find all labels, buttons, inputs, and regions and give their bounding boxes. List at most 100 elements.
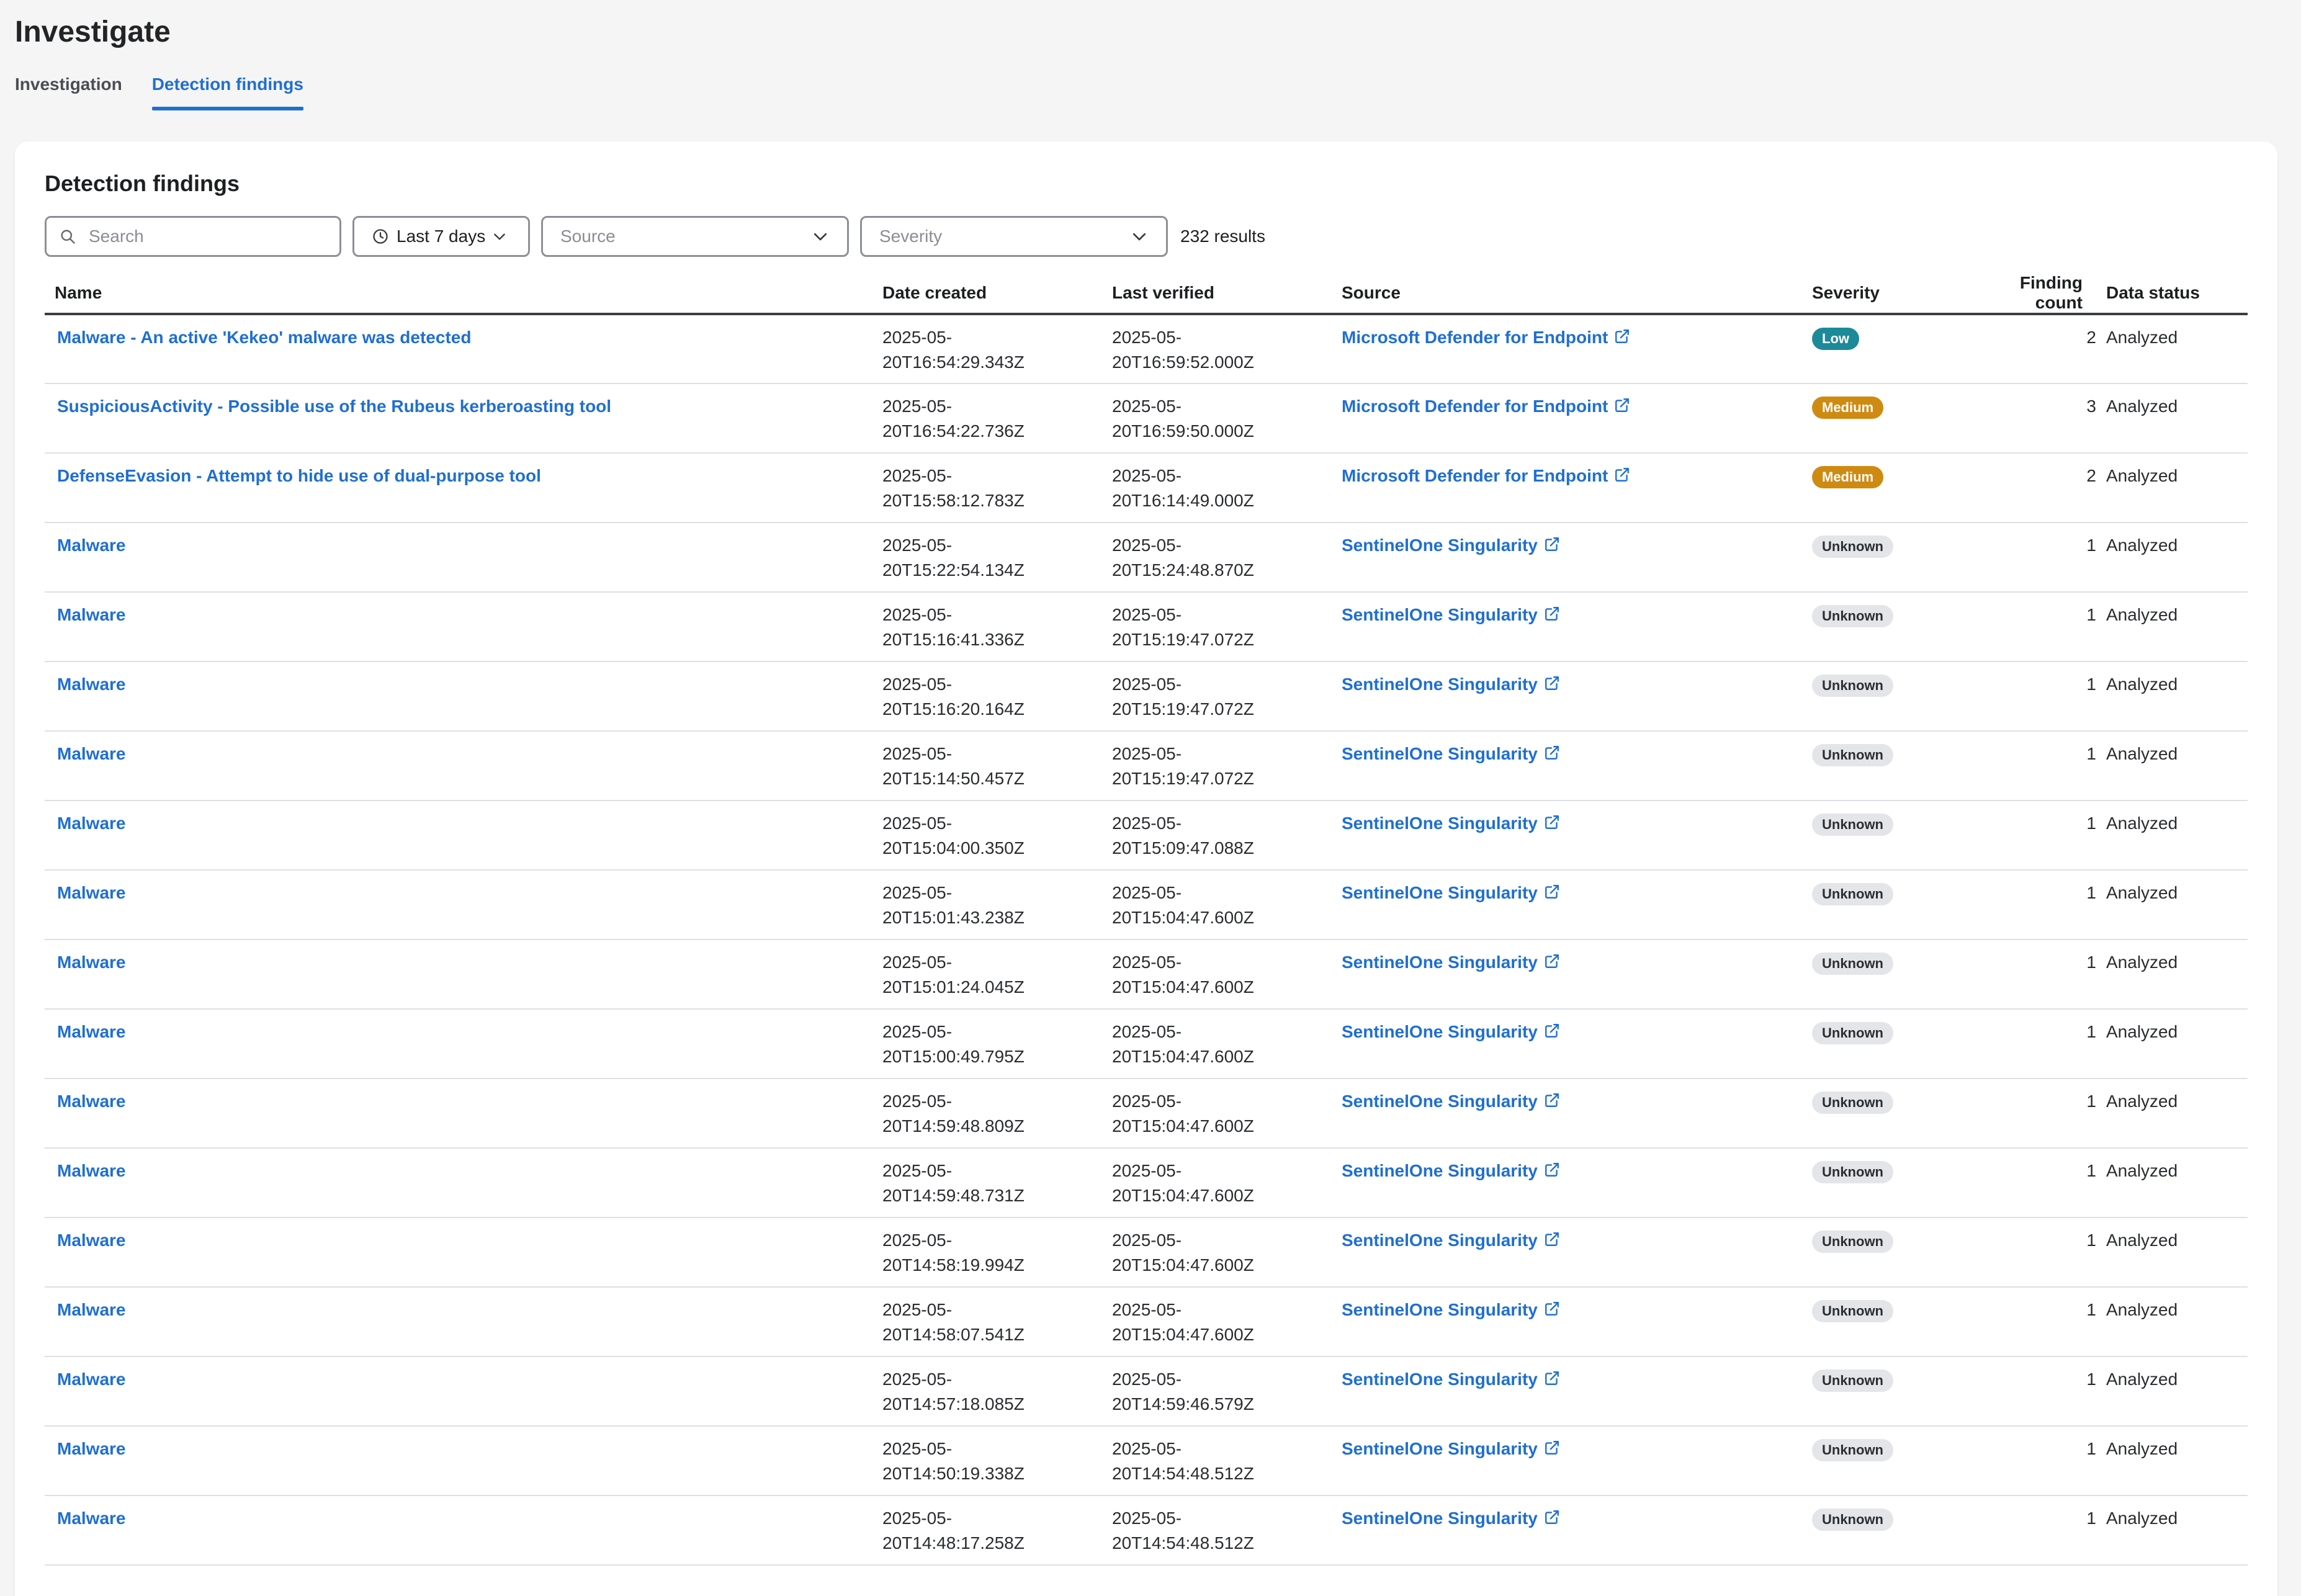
table-row[interactable]: Malware 2025-05- 20T15:01:24.045Z 2025-05- 2… [45, 939, 2248, 1010]
column-header-source[interactable]: Source [1332, 273, 1802, 315]
source-link[interactable]: SentinelOne Singularity [1342, 883, 1560, 902]
finding-name-link[interactable]: Malware [55, 1022, 126, 1041]
source-link[interactable]: SentinelOne Singularity [1342, 1370, 1560, 1389]
finding-name-link[interactable]: DefenseEvasion - Attempt to hide use of … [55, 466, 541, 485]
cell-severity: Unknown [1802, 800, 1961, 871]
source-link[interactable]: SentinelOne Singularity [1342, 536, 1560, 555]
table-row[interactable]: Malware 2025-05- 20T14:50:19.338Z 2025-05- 2… [45, 1426, 2248, 1496]
finding-name-link[interactable]: Malware [55, 1300, 126, 1319]
cell-date-created: 2025-05- 20T16:54:29.343Z [872, 314, 1102, 384]
source-link[interactable]: SentinelOne Singularity [1342, 1439, 1560, 1458]
table-row[interactable]: Malware 2025-05- 20T14:59:48.731Z 2025-05- 2… [45, 1148, 2248, 1218]
column-header-last-verified[interactable]: Last verified [1102, 273, 1332, 315]
table-row[interactable]: Malware 2025-05- 20T14:58:07.541Z 2025-05- 2… [45, 1287, 2248, 1357]
finding-name-link[interactable]: Malware [55, 536, 126, 555]
table-row[interactable]: Malware 2025-05- 20T15:16:20.164Z 2025-05- 2… [45, 661, 2248, 732]
panel-title: Detection findings [45, 171, 240, 196]
finding-name-link[interactable]: SuspiciousActivity - Possible use of the… [55, 397, 611, 416]
table-row[interactable]: Malware 2025-05- 20T14:58:19.994Z 2025-05- 2… [45, 1217, 2248, 1288]
finding-name-link[interactable]: Malware [55, 953, 126, 972]
source-link[interactable]: SentinelOne Singularity [1342, 1300, 1560, 1319]
finding-name-link[interactable]: Malware [55, 1161, 126, 1180]
column-header-data-status[interactable]: Data status [2096, 273, 2248, 315]
last-verified-line-1: 2025-05- [1112, 675, 1182, 694]
source-label: SentinelOne Singularity [1342, 1231, 1538, 1250]
table-row[interactable]: SuspiciousActivity - Possible use of the… [45, 383, 2248, 454]
finding-name-link[interactable]: Malware - An active 'Kekeo' malware was … [55, 328, 471, 347]
cell-severity: Unknown [1802, 1148, 1961, 1218]
source-link[interactable]: Microsoft Defender for Endpoint [1342, 466, 1630, 485]
severity-select[interactable]: Severity [860, 216, 1168, 257]
table-row[interactable]: DefenseEvasion - Attempt to hide use of … [45, 453, 2248, 523]
cell-data-status: Analyzed [2096, 314, 2248, 384]
table-row[interactable]: Malware 2025-05- 20T15:00:49.795Z 2025-05- 2… [45, 1009, 2248, 1079]
source-link[interactable]: SentinelOne Singularity [1342, 1231, 1560, 1250]
source-link[interactable]: Microsoft Defender for Endpoint [1342, 328, 1630, 347]
external-link-icon [1545, 1232, 1559, 1246]
cell-date-created: 2025-05- 20T14:50:19.338Z [872, 1426, 1102, 1496]
table-row[interactable]: Malware 2025-05- 20T15:04:00.350Z 2025-05- 2… [45, 800, 2248, 871]
search-input[interactable] [87, 226, 326, 247]
date-created-line-1: 2025-05- [882, 397, 953, 416]
source-link[interactable]: SentinelOne Singularity [1342, 1161, 1560, 1180]
source-link[interactable]: Microsoft Defender for Endpoint [1342, 397, 1630, 416]
last-verified-line-2: 20T15:04:47.600Z [1112, 1116, 1254, 1136]
cell-source: SentinelOne Singularity [1332, 1287, 1802, 1357]
finding-name-link[interactable]: Malware [55, 1092, 126, 1111]
cell-name: Malware [45, 870, 872, 940]
severity-badge: Medium [1812, 397, 1884, 419]
source-link[interactable]: SentinelOne Singularity [1342, 953, 1560, 972]
tab-investigation[interactable]: Investigation [15, 69, 122, 110]
finding-name-link[interactable]: Malware [55, 883, 126, 902]
severity-badge: Unknown [1812, 744, 1893, 766]
table-row[interactable]: Malware 2025-05- 20T14:59:48.809Z 2025-05- 2… [45, 1078, 2248, 1149]
cell-last-verified: 2025-05- 20T14:54:48.512Z [1102, 1495, 1332, 1566]
source-label: SentinelOne Singularity [1342, 953, 1538, 972]
page-title: Investigate [15, 16, 171, 48]
finding-name-link[interactable]: Malware [55, 1231, 126, 1250]
cell-name: DefenseEvasion - Attempt to hide use of … [45, 453, 872, 523]
finding-name-link[interactable]: Malware [55, 814, 126, 833]
table-row[interactable]: Malware - An active 'Kekeo' malware was … [45, 314, 2248, 384]
cell-last-verified: 2025-05- 20T15:04:47.600Z [1102, 1009, 1332, 1079]
severity-badge: Unknown [1812, 605, 1893, 627]
finding-name-link[interactable]: Malware [55, 675, 126, 694]
source-label: SentinelOne Singularity [1342, 1509, 1538, 1528]
source-link[interactable]: SentinelOne Singularity [1342, 1509, 1560, 1528]
cell-severity: Unknown [1802, 1217, 1961, 1288]
table-row[interactable]: Malware 2025-05- 20T14:57:18.085Z 2025-05- 2… [45, 1356, 2248, 1427]
last-verified-line-2: 20T15:19:47.072Z [1112, 630, 1254, 649]
source-link[interactable]: SentinelOne Singularity [1342, 744, 1560, 763]
source-select[interactable]: Source [541, 216, 849, 257]
finding-name-link[interactable]: Malware [55, 1509, 126, 1528]
column-header-severity[interactable]: Severity [1802, 273, 1961, 315]
table-row[interactable]: Malware 2025-05- 20T15:16:41.336Z 2025-05- 2… [45, 592, 2248, 662]
cell-date-created: 2025-05- 20T15:16:20.164Z [872, 661, 1102, 732]
cell-source: SentinelOne Singularity [1332, 592, 1802, 662]
table-row[interactable]: Malware 2025-05- 20T15:22:54.134Z 2025-05- 2… [45, 522, 2248, 593]
source-link[interactable]: SentinelOne Singularity [1342, 605, 1560, 624]
table-row[interactable]: Malware 2025-05- 20T14:48:17.258Z 2025-05- 2… [45, 1495, 2248, 1566]
date-range-button[interactable]: Last 7 days [352, 216, 530, 257]
cell-last-verified: 2025-05- 20T15:19:47.072Z [1102, 731, 1332, 801]
source-link[interactable]: SentinelOne Singularity [1342, 1092, 1560, 1111]
source-link[interactable]: SentinelOne Singularity [1342, 1022, 1560, 1041]
finding-name-link[interactable]: Malware [55, 744, 126, 763]
source-link[interactable]: SentinelOne Singularity [1342, 675, 1560, 694]
column-header-date-created[interactable]: Date created [872, 273, 1102, 315]
finding-name-link[interactable]: Malware [55, 1370, 126, 1389]
source-link[interactable]: SentinelOne Singularity [1342, 814, 1560, 833]
table-row[interactable]: Malware 2025-05- 20T15:14:50.457Z 2025-05- 2… [45, 731, 2248, 801]
search-box[interactable] [45, 216, 341, 257]
column-header-finding-count[interactable]: Finding count [1961, 273, 2096, 315]
finding-name-link[interactable]: Malware [55, 1439, 126, 1458]
tab-detection-findings[interactable]: Detection findings [151, 69, 304, 110]
finding-name-link[interactable]: Malware [55, 605, 126, 624]
last-verified-line-1: 2025-05- [1112, 1022, 1182, 1041]
cell-finding-count: 1 [1961, 939, 2096, 1010]
cell-last-verified: 2025-05- 20T15:04:47.600Z [1102, 1287, 1332, 1357]
cell-name: Malware - An active 'Kekeo' malware was … [45, 314, 872, 384]
table-row[interactable]: Malware 2025-05- 20T15:01:43.238Z 2025-05- 2… [45, 870, 2248, 940]
external-link-icon [1545, 1371, 1559, 1385]
column-header-name[interactable]: Name [45, 273, 872, 315]
